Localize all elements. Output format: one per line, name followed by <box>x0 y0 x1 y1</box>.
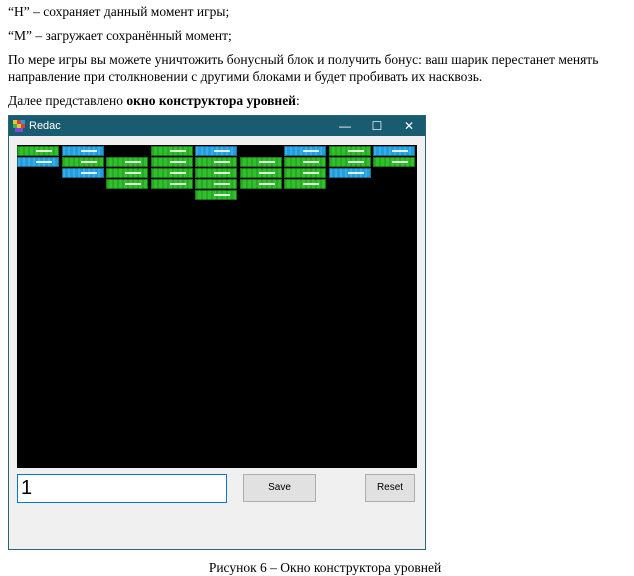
level-block-blue[interactable] <box>373 146 415 156</box>
window-title: Redac <box>29 120 61 132</box>
level-block-green[interactable] <box>150 168 193 178</box>
level-block-blue[interactable] <box>284 146 326 156</box>
level-block-green[interactable] <box>150 179 193 189</box>
bonus-description: По мере игры вы можете уничтожить бонусн… <box>8 52 599 84</box>
level-block-blue[interactable] <box>328 168 371 178</box>
close-icon[interactable]: ✕ <box>394 116 424 136</box>
level-block-green[interactable] <box>150 146 193 156</box>
level-block-green[interactable] <box>284 157 326 167</box>
level-block-green[interactable] <box>195 179 237 189</box>
level-block-green[interactable] <box>150 157 193 167</box>
editor-intro: Далее представлено окно конструктора уро… <box>8 93 300 109</box>
maximize-icon[interactable]: ☐ <box>362 116 392 136</box>
intro-prefix: Далее представлено <box>8 93 127 108</box>
minimize-icon[interactable]: — <box>330 116 360 136</box>
level-block-blue[interactable] <box>61 146 104 156</box>
level-block-green[interactable] <box>106 179 148 189</box>
hotkey-m-line: “M” – загружает сохранённый момент; <box>8 28 232 43</box>
level-block-green[interactable] <box>328 157 371 167</box>
level-block-green[interactable] <box>195 157 237 167</box>
level-block-green[interactable] <box>373 157 415 167</box>
hotkey-h-line: “H” – сохраняет данный момент игры; <box>8 4 230 19</box>
app-icon <box>13 120 25 132</box>
level-number-input[interactable]: 1 <box>17 474 227 503</box>
window-titlebar[interactable]: Redac — ☐ ✕ <box>9 116 425 136</box>
level-block-green[interactable] <box>195 168 237 178</box>
level-canvas[interactable] <box>17 145 417 468</box>
level-block-green[interactable] <box>239 179 282 189</box>
level-block-blue[interactable] <box>17 157 59 167</box>
figure-caption: Рисунок 6 – Окно конструктора уровней <box>208 560 442 575</box>
level-block-green[interactable] <box>328 146 371 156</box>
level-editor-window: Redac — ☐ ✕ 1 Save Reset <box>8 115 426 550</box>
level-block-green[interactable] <box>195 190 237 200</box>
level-block-green[interactable] <box>61 157 104 167</box>
save-button[interactable]: Save <box>243 474 316 502</box>
level-block-green[interactable] <box>106 157 148 167</box>
level-block-green[interactable] <box>239 157 282 167</box>
level-block-blue[interactable] <box>61 168 104 178</box>
level-block-green[interactable] <box>106 168 148 178</box>
level-block-green[interactable] <box>17 146 59 156</box>
level-block-green[interactable] <box>284 179 326 189</box>
level-block-blue[interactable] <box>195 146 237 156</box>
level-block-green[interactable] <box>239 168 282 178</box>
intro-bold: окно конструктора уровней <box>126 93 296 108</box>
level-block-green[interactable] <box>284 168 326 178</box>
intro-suffix: : <box>295 93 300 108</box>
reset-button[interactable]: Reset <box>365 474 415 502</box>
